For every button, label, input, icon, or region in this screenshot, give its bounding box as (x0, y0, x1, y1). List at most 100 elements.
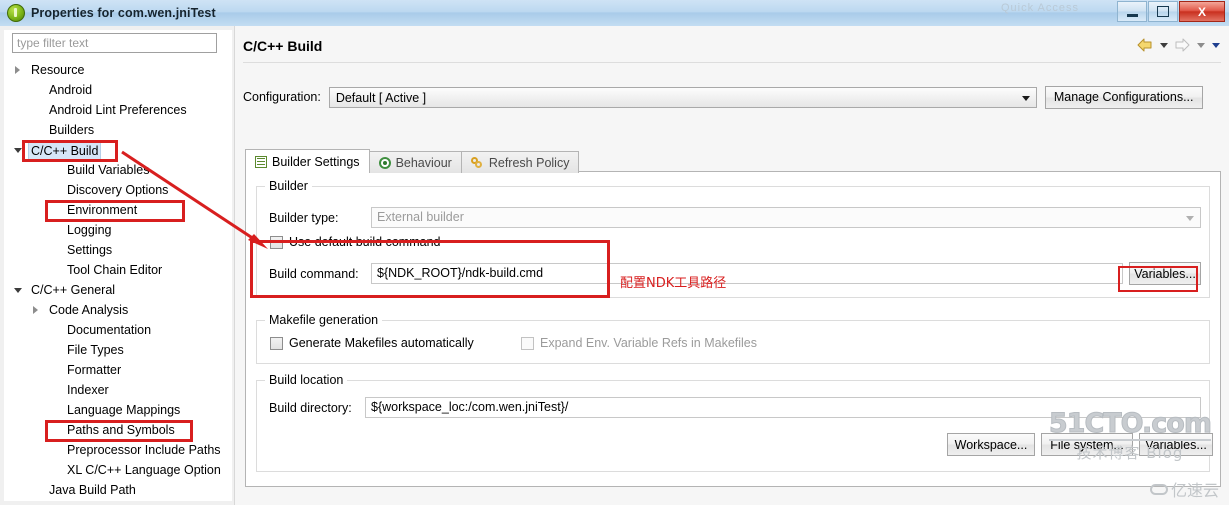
use-default-build-command-checkbox[interactable]: Use default build command (270, 235, 440, 249)
sidebar-item-label: Logging (67, 223, 112, 237)
header-divider (243, 62, 1221, 63)
sidebar-item-build-variables[interactable]: Build Variables (4, 160, 232, 180)
sidebar-item-language-mappings[interactable]: Language Mappings (4, 400, 232, 420)
sidebar-item-label: XL C/C++ Language Option (67, 463, 221, 477)
makefile-generation-group: Makefile generation Generate Makefiles a… (256, 313, 1210, 364)
tab-behaviour[interactable]: Behaviour (368, 151, 462, 173)
builder-type-label: Builder type: (269, 211, 339, 225)
build-directory-input[interactable]: ${workspace_loc:/com.wen.jniTest}/ (365, 397, 1201, 418)
list-icon (255, 155, 267, 168)
build-directory-label: Build directory: (269, 401, 352, 415)
close-button[interactable]: X (1179, 1, 1225, 22)
sidebar-item-java-build-path[interactable]: Java Build Path (4, 480, 232, 500)
tab-refresh-policy[interactable]: Refresh Policy (460, 151, 580, 173)
sidebar-item-label: Java Build Path (49, 483, 136, 497)
configuration-row: Configuration: Default [ Active ] Manage… (243, 84, 1221, 110)
window-controls: X (1117, 1, 1225, 22)
sidebar-item-xl-c-c-language-option[interactable]: XL C/C++ Language Option (4, 460, 232, 480)
builder-type-select: External builder (371, 207, 1201, 228)
sidebar-item-discovery-options[interactable]: Discovery Options (4, 180, 232, 200)
checkbox-icon (270, 235, 283, 249)
manage-configurations-button[interactable]: Manage Configurations... (1044, 85, 1203, 109)
generate-makefiles-checkbox[interactable]: Generate Makefiles automatically (270, 336, 474, 350)
build-directory-variables-button[interactable]: Variables... (1139, 433, 1213, 456)
sidebar-item-file-types[interactable]: File Types (4, 340, 232, 360)
sidebar-item-label: C/C++ General (31, 283, 116, 297)
radio-icon (378, 156, 391, 169)
sidebar-item-resource[interactable]: Resource (4, 60, 232, 80)
builder-group: Builder Builder type: External builder U… (256, 179, 1210, 298)
sidebar-item-preprocessor-include-paths[interactable]: Preprocessor Include Paths (4, 440, 232, 460)
sidebar-item-label: Indexer (67, 383, 109, 397)
sidebar-item-paths-and-symbols[interactable]: Paths and Symbols (4, 420, 232, 440)
sidebar-item-android-lint-preferences[interactable]: Android Lint Preferences (4, 100, 232, 120)
sidebar-item-android[interactable]: Android (4, 80, 232, 100)
configuration-label: Configuration: (243, 90, 321, 104)
makefile-group-title: Makefile generation (265, 313, 383, 327)
chevron-right-icon[interactable] (32, 300, 42, 320)
minimize-button[interactable] (1117, 1, 1147, 22)
configuration-select[interactable]: Default [ Active ] (328, 86, 1037, 108)
sidebar-item-indexer[interactable]: Indexer (4, 380, 232, 400)
builder-type-value: External builder (377, 210, 464, 224)
sidebar-item-code-analysis[interactable]: Code Analysis (4, 300, 232, 320)
sidebar-item-builders[interactable]: Builders (4, 120, 232, 140)
sidebar-item-environment[interactable]: Environment (4, 200, 232, 220)
properties-dialog: Properties for com.wen.jniTest X Quick A… (0, 0, 1229, 505)
checkbox-icon (270, 336, 283, 350)
sidebar-item-label: C/C++ Build (28, 140, 102, 162)
sidebar-item-logging[interactable]: Logging (4, 220, 232, 240)
sidebar-item-settings[interactable]: Settings (4, 240, 232, 260)
sidebar-item-label: Resource (31, 63, 85, 77)
sidebar-item-label: Discovery Options (67, 183, 169, 197)
chevron-down-icon (1021, 95, 1030, 101)
sidebar-item-label: Documentation (67, 323, 152, 337)
restore-button[interactable] (1148, 1, 1178, 22)
back-arrow-icon[interactable] (1135, 36, 1155, 54)
sidebar-item-label: Android Lint Preferences (49, 103, 187, 117)
refresh-icon (470, 156, 484, 169)
sidebar-item-c-c-build[interactable]: C/C++ Build (4, 140, 232, 162)
page-title: C/C++ Build (243, 38, 323, 54)
checkbox-icon (521, 336, 534, 350)
builder-settings-panel: Builder Builder type: External builder U… (245, 171, 1221, 487)
build-location-group-title: Build location (265, 373, 348, 387)
sidebar-item-c-c-general[interactable]: C/C++ General (4, 280, 232, 300)
sidebar-item-formatter[interactable]: Formatter (4, 360, 232, 380)
view-menu-chevron-down-icon[interactable] (1209, 36, 1222, 54)
sidebar-item-label: Tool Chain Editor (67, 263, 163, 277)
chevron-down-icon[interactable] (14, 140, 24, 160)
generate-makefiles-label: Generate Makefiles automatically (289, 336, 474, 350)
file-system-button[interactable]: File system... (1041, 433, 1133, 456)
back-history-chevron-down-icon[interactable] (1157, 36, 1170, 54)
build-command-input[interactable]: ${NDK_ROOT}/ndk-build.cmd (371, 263, 1123, 284)
forward-arrow-icon (1172, 36, 1192, 54)
build-command-variables-button[interactable]: Variables... (1129, 262, 1201, 285)
tab-builder-settings[interactable]: Builder Settings (245, 149, 370, 173)
settings-tree[interactable]: Resource Android Android Lint Preferences B… (4, 60, 232, 501)
eclipse-circle-icon (7, 4, 25, 22)
window-title: Properties for com.wen.jniTest (31, 6, 216, 20)
chevron-down-icon (1186, 216, 1194, 221)
sidebar-item-label: Paths and Symbols (67, 423, 175, 437)
sidebar-item-label: Formatter (67, 363, 122, 377)
tab-label: Refresh Policy (488, 155, 570, 170)
chevron-down-icon[interactable] (14, 280, 24, 300)
settings-tree-panel: type filter text Resource Android Android … (4, 30, 232, 501)
sidebar-item-label: Language Mappings (67, 403, 181, 417)
annotation-note-ndk-path: 配置NDK工具路径 (620, 276, 727, 291)
sidebar-item-tool-chain-editor[interactable]: Tool Chain Editor (4, 260, 232, 280)
workspace-button[interactable]: Workspace... (947, 433, 1035, 456)
expand-env-variable-refs-checkbox: Expand Env. Variable Refs in Makefiles (521, 336, 757, 350)
build-location-group: Build location Build directory: ${worksp… (256, 373, 1213, 472)
sidebar-item-label: Settings (67, 243, 113, 257)
settings-content-panel: C/C++ Build Configuration: Default [Act… (234, 26, 1229, 505)
filter-input[interactable]: type filter text (12, 33, 217, 53)
sidebar-item-documentation[interactable]: Documentation (4, 320, 232, 340)
page-nav-toolbar (1135, 36, 1222, 54)
dialog-body: type filter text Resource Android Android … (0, 26, 1229, 505)
chevron-right-icon[interactable] (14, 60, 24, 80)
sidebar-item-label: Environment (67, 203, 138, 217)
settings-tab-bar[interactable]: Builder Settings Behaviour Refresh Policy (245, 149, 580, 173)
configuration-value: Default [ Active ] (335, 90, 427, 105)
